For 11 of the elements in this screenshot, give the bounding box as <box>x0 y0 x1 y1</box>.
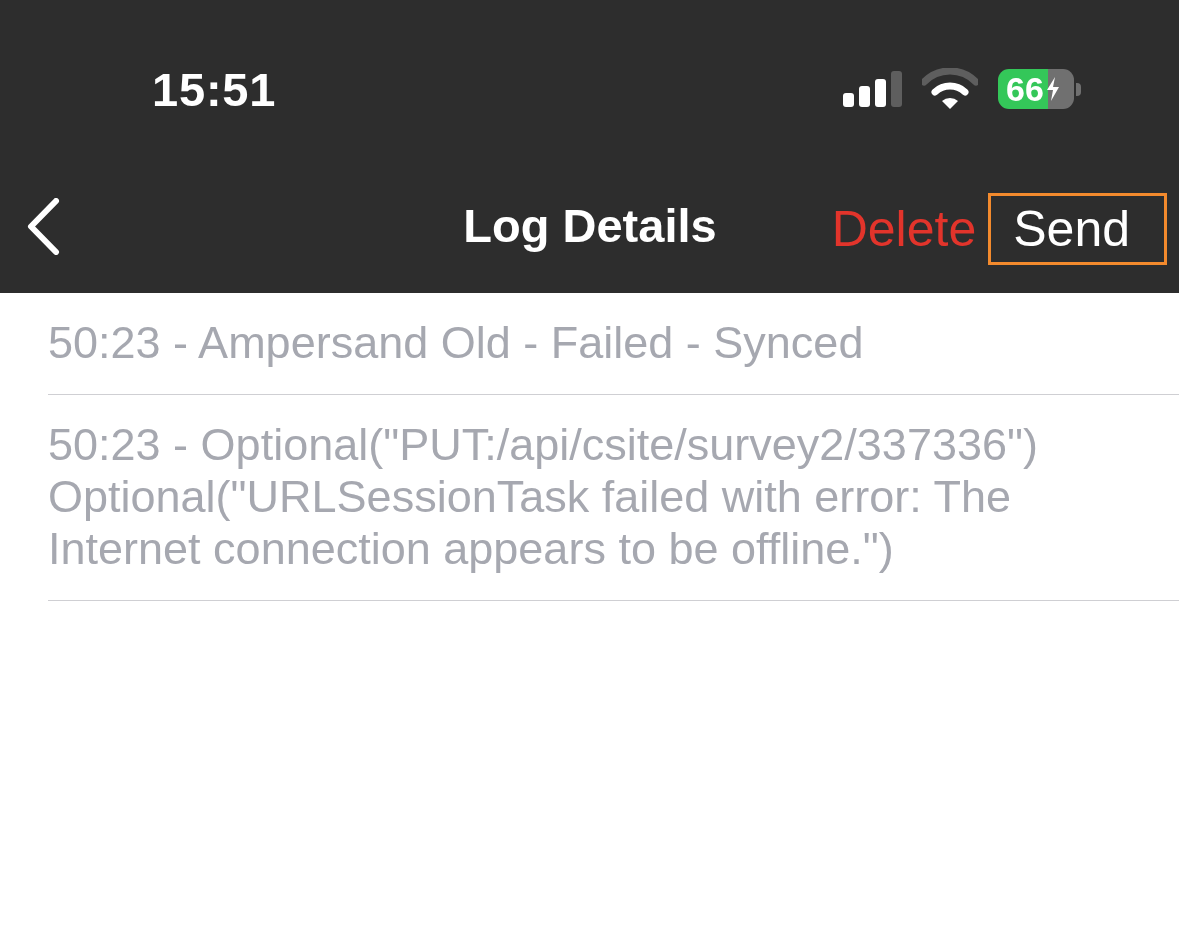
wifi-icon <box>922 68 978 110</box>
send-button[interactable]: Send <box>988 193 1167 265</box>
log-entry: 50:23 - Optional("PUT:/api/csite/survey2/337336") Optional("URLSessionTask failed with error: The Internet connection appears to be offline.") <box>48 419 1039 575</box>
back-chevron-icon <box>26 198 61 255</box>
status-time: 15:51 <box>152 61 277 117</box>
battery-terminal <box>1076 82 1081 96</box>
battery-percent: 66 <box>1006 72 1044 106</box>
nav-title: Log Details <box>463 198 717 253</box>
charging-bolt-icon <box>1045 77 1060 101</box>
signal-icon <box>843 71 902 107</box>
log-entry: 50:23 - Ampersand Old - Failed - Synced <box>48 317 865 369</box>
